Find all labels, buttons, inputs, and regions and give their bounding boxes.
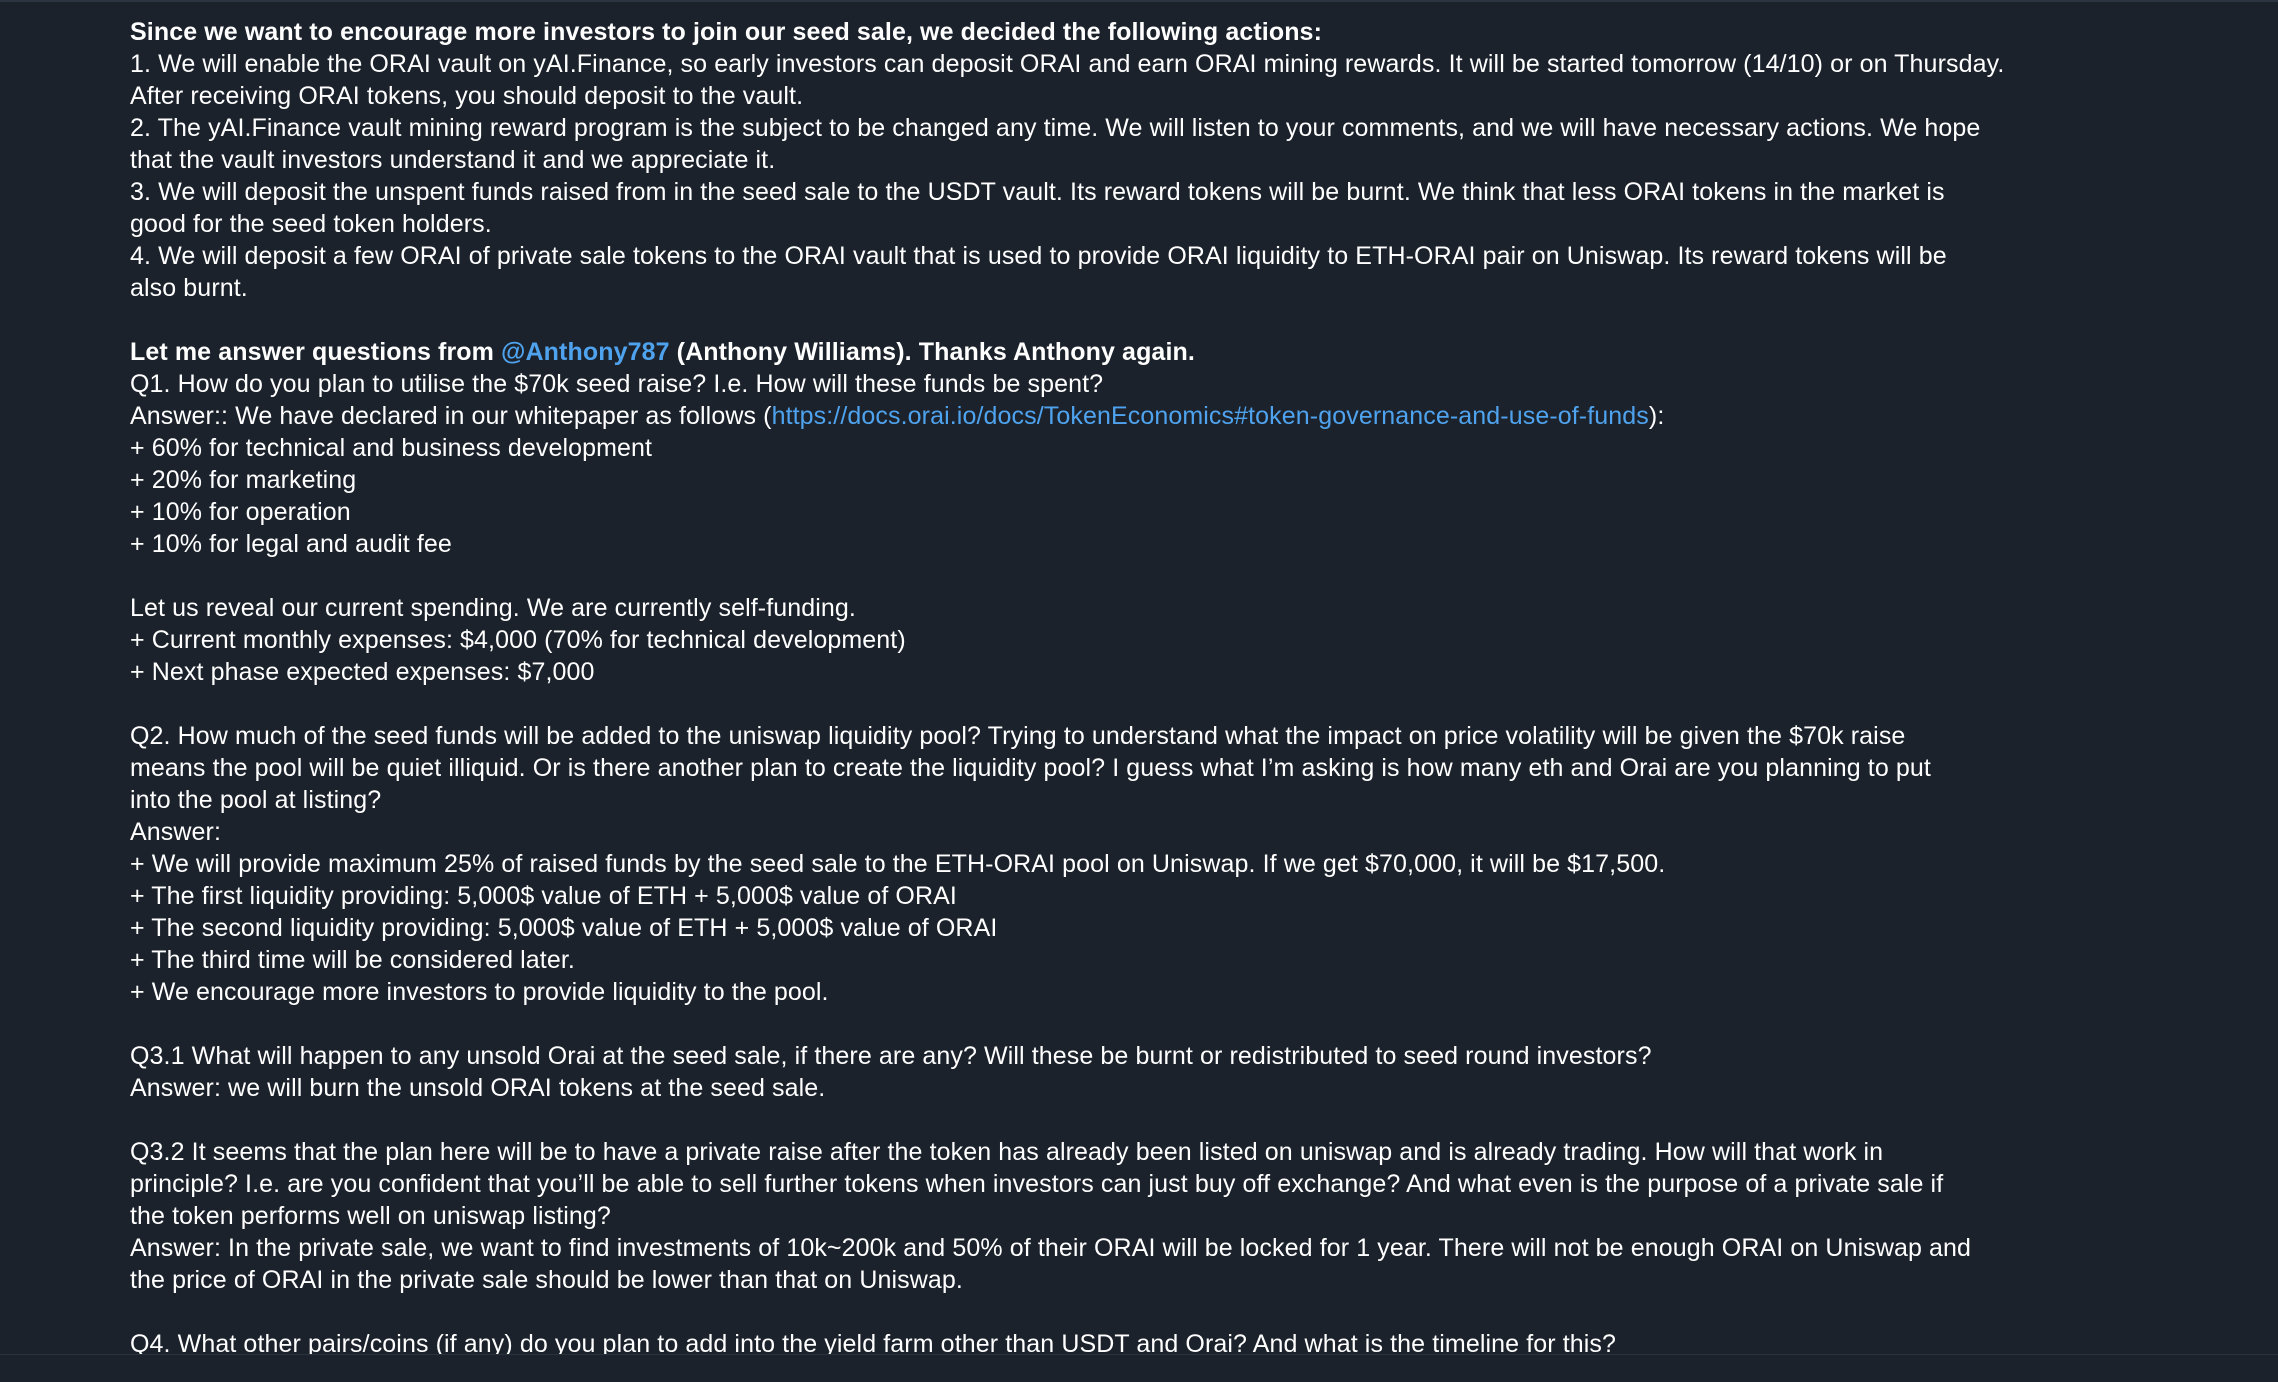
answer-a1-post: ): [1648,402,1665,430]
q2-line: into the pool at listing? [130,786,382,814]
q2-line: + We will provide maximum 25% of raised … [130,850,1666,878]
q2-line: + The first liquidity providing: 5,000$ … [130,882,957,910]
q2-line: means the pool will be quiet illiquid. O… [130,754,1931,782]
action-line: good for the seed token holders. [130,210,492,238]
message-body: Since we want to encourage more investor… [130,16,2140,1360]
q32-line: Q3.2 It seems that the plan here will be… [130,1138,1884,1166]
question-q1: Q1. How do you plan to utilise the $70k … [130,370,1104,398]
whitepaper-link[interactable]: https://docs.orai.io/docs/TokenEconomics… [772,402,1649,430]
list-item: + 10% for legal and audit fee [130,530,452,558]
spending-line: Let us reveal our current spending. We a… [130,594,856,622]
q2-line: Answer: [130,818,222,846]
q32-line: principle? I.e. are you confident that y… [130,1170,1944,1198]
q2-line: + The third time will be considered late… [130,946,575,974]
action-line: 2. The yAI.Finance vault mining reward p… [130,114,1981,142]
list-item: + 20% for marketing [130,466,357,494]
action-line: 3. We will deposit the unspent funds rai… [130,178,1945,206]
q32-line: the price of ORAI in the private sale sh… [130,1266,963,1294]
action-line: that the vault investors understand it a… [130,146,776,174]
action-line: 1. We will enable the ORAI vault on yAI.… [130,50,2005,78]
q31-line: Answer: we will burn the unsold ORAI tok… [130,1074,826,1102]
answer-heading-pre: Let me answer questions from [130,338,502,366]
action-line: 4. We will deposit a few ORAI of private… [130,242,1947,270]
top-divider [0,0,2278,2]
action-line: After receiving ORAI tokens, you should … [130,82,804,110]
q32-line: Answer: In the private sale, we want to … [130,1234,1972,1262]
list-item: + 60% for technical and business develop… [130,434,653,462]
spending-line: + Current monthly expenses: $4,000 (70% … [130,626,906,654]
q2-line: + We encourage more investors to provide… [130,978,829,1006]
spending-line: + Next phase expected expenses: $7,000 [130,658,595,686]
answer-a1-pre: Answer:: We have declared in our whitepa… [130,402,772,430]
bottom-bar [0,1354,2278,1382]
q31-line: Q3.1 What will happen to any unsold Orai… [130,1042,1652,1070]
answer-a1: Answer:: We have declared in our whitepa… [130,400,2140,432]
answer-heading: Let me answer questions from @Anthony787… [130,336,2140,368]
answer-heading-post: (Anthony Williams). Thanks Anthony again… [669,338,1195,366]
action-line: also burnt. [130,274,248,302]
user-mention-link[interactable]: @Anthony787 [501,338,670,366]
q32-line: the token performs well on uniswap listi… [130,1202,611,1230]
q2-line: + The second liquidity providing: 5,000$… [130,914,998,942]
list-item: + 10% for operation [130,498,351,526]
intro-heading: Since we want to encourage more investor… [130,18,1322,46]
q2-line: Q2. How much of the seed funds will be a… [130,722,1906,750]
